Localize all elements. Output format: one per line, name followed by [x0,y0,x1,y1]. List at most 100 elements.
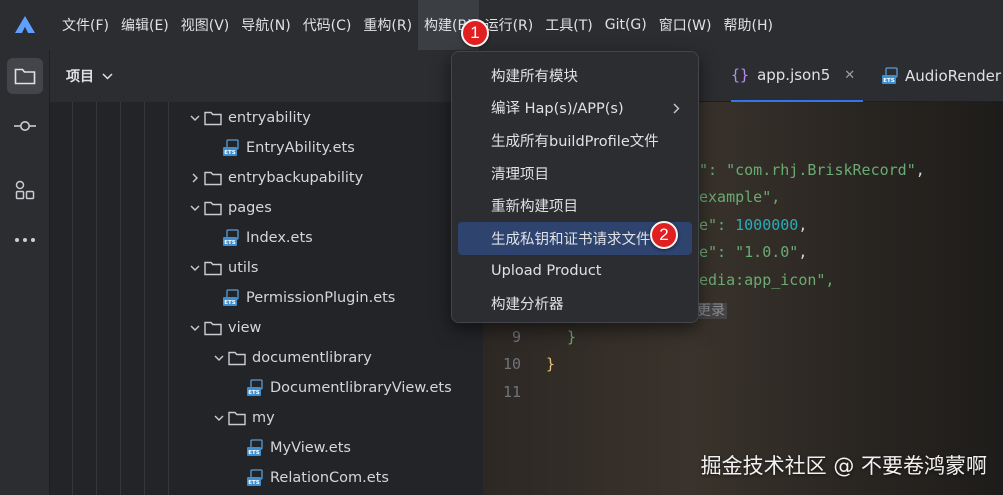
project-panel: 项目 entryability ETS EntryAbility.ets ent… [50,50,483,495]
menu-git[interactable]: Git(G) [599,0,653,50]
menu-refactor[interactable]: 重构(R) [357,0,418,50]
tree-label: view [228,320,262,336]
menu-code[interactable]: 代码(C) [297,0,358,50]
watermark-text: 掘金技术社区 @ 不要卷鸿蒙啊 [700,454,987,478]
chevron-down-icon[interactable] [102,68,113,84]
project-folder-icon[interactable] [7,58,43,94]
commit-icon[interactable] [7,108,43,144]
line-number: 10 [502,355,521,373]
menu-item-label: 清理项目 [491,166,549,183]
code-line-vendor: example", [699,188,781,206]
code-line-icon: edia:app_icon", [699,271,835,289]
ets-file-icon: ETS [222,229,240,247]
folder-icon [204,261,222,276]
chevron-right-icon[interactable] [186,173,204,183]
tree-label: EntryAbility.ets [246,140,355,156]
svg-text:ETS: ETS [248,390,260,396]
tab-label: AudioRender [905,67,1002,85]
chevron-down-icon[interactable] [186,325,204,332]
tree-file-documentlibraryview-ets[interactable]: ETS DocumentlibraryView.ets [246,373,452,403]
tree-file-permissionplugin-ets[interactable]: ETS PermissionPlugin.ets [222,283,395,313]
chevron-down-icon[interactable] [186,265,204,272]
folder-icon [228,351,246,366]
chevron-down-icon[interactable] [186,115,204,122]
tree-folder-documentlibrary[interactable]: documentlibrary [210,343,372,373]
close-icon[interactable]: ✕ [844,68,855,83]
folder-icon [204,321,222,336]
menu-item-label: 编译 Hap(s)/APP(s) [491,101,624,118]
step-badge-1: 1 [461,19,489,47]
ets-file-icon: ETS [246,439,264,457]
code-inlay-hint: 更录 [695,303,727,319]
menu-item-clean-project[interactable]: 清理项目 [458,157,692,190]
tree-label: entrybackupability [228,170,364,186]
tree-folder-pages[interactable]: pages [186,193,272,223]
line-number: 9 [511,328,521,346]
json-file-icon: {} [731,66,750,84]
menu-navigate[interactable]: 导航(N) [235,0,296,50]
tree-folder-view[interactable]: view [186,313,261,343]
menu-item-build-all-modules[interactable]: 构建所有模块 [458,59,692,92]
svg-text:ETS: ETS [224,300,236,306]
menu-item-rebuild-project[interactable]: 重新构建项目 [458,189,692,222]
menu-item-compile-hap[interactable]: 编译 Hap(s)/APP(s) [458,92,692,125]
svg-text:ETS: ETS [224,150,236,156]
menu-help[interactable]: 帮助(H) [718,0,779,50]
tree-label: Index.ets [246,230,313,246]
menu-file[interactable]: 文件(F) [56,0,115,50]
menu-item-build-analyzer[interactable]: 构建分析器 [458,287,692,320]
tree-label: RelationCom.ets [270,470,389,486]
chevron-down-icon[interactable] [186,205,204,212]
more-icon[interactable] [7,222,43,258]
menu-item-upload-product[interactable]: Upload Product [458,255,692,288]
menu-item-label: Upload Product [491,262,602,279]
menu-window[interactable]: 窗口(W) [653,0,718,50]
tree-label: my [252,410,275,426]
menu-tools[interactable]: 工具(T) [539,0,598,50]
tree-label: entryability [228,110,311,126]
tree-file-index-ets[interactable]: ETS Index.ets [222,223,313,253]
structure-icon[interactable] [7,172,43,208]
folder-icon [204,111,222,126]
menu-item-generate-buildprofile[interactable]: 生成所有buildProfile文件 [458,124,692,157]
tree-folder-entryability[interactable]: entryability [186,103,311,133]
ets-file-icon: ETS [246,469,264,487]
tree-folder-my[interactable]: my [210,403,275,433]
menu-run[interactable]: 运行(R) [479,0,540,50]
folder-icon [204,171,222,186]
ets-file-icon: ETS [222,139,240,157]
tree-file-myview-ets[interactable]: ETS MyView.ets [246,433,351,463]
tree-file-entryability-ets[interactable]: ETS EntryAbility.ets [222,133,355,163]
project-panel-title: 项目 [66,69,94,85]
tab-app-json5[interactable]: {} app.json5 ✕ [731,50,864,102]
line-number: 11 [502,383,521,401]
svg-text:ETS: ETS [248,480,260,486]
chevron-down-icon[interactable] [210,415,228,422]
folder-icon [204,201,222,216]
menu-item-label: 构建分析器 [491,296,564,313]
ets-file-icon: ETS [222,289,240,307]
menu-edit[interactable]: 编辑(E) [115,0,175,50]
chevron-down-icon[interactable] [210,355,228,362]
folder-icon [228,411,246,426]
project-panel-header[interactable]: 项目 [50,50,483,102]
menu-bar: 文件(F) 编辑(E) 视图(V) 导航(N) 代码(C) 重构(R) 构建(B… [0,0,1003,50]
tab-audiorender[interactable]: ETS AudioRender [881,50,1001,102]
menu-view[interactable]: 视图(V) [175,0,236,50]
tree-folder-entrybackupability[interactable]: entrybackupability [186,163,363,193]
app-logo-icon[interactable] [0,0,50,50]
code-line-versioncode: e": 1000000, [699,216,808,234]
tree-label: MyView.ets [270,440,351,456]
tree-label: pages [228,200,272,216]
menu-item-label: 生成私钥和证书请求文件 [491,231,651,248]
svg-text:ETS: ETS [248,450,260,456]
tree-folder-utils[interactable]: utils [186,253,259,283]
svg-text:ETS: ETS [883,78,895,84]
tree-file-relationcom-ets[interactable]: ETS RelationCom.ets [246,463,389,493]
code-line-bundlename: ": "com.rhj.BriskRecord", [699,161,925,179]
ets-file-icon: ETS [881,67,899,85]
code-brace-inner: } [567,328,577,346]
chevron-right-icon [673,102,680,118]
build-menu-dropdown: 构建所有模块 编译 Hap(s)/APP(s) 生成所有buildProfile… [451,51,699,323]
ets-file-icon: ETS [246,379,264,397]
